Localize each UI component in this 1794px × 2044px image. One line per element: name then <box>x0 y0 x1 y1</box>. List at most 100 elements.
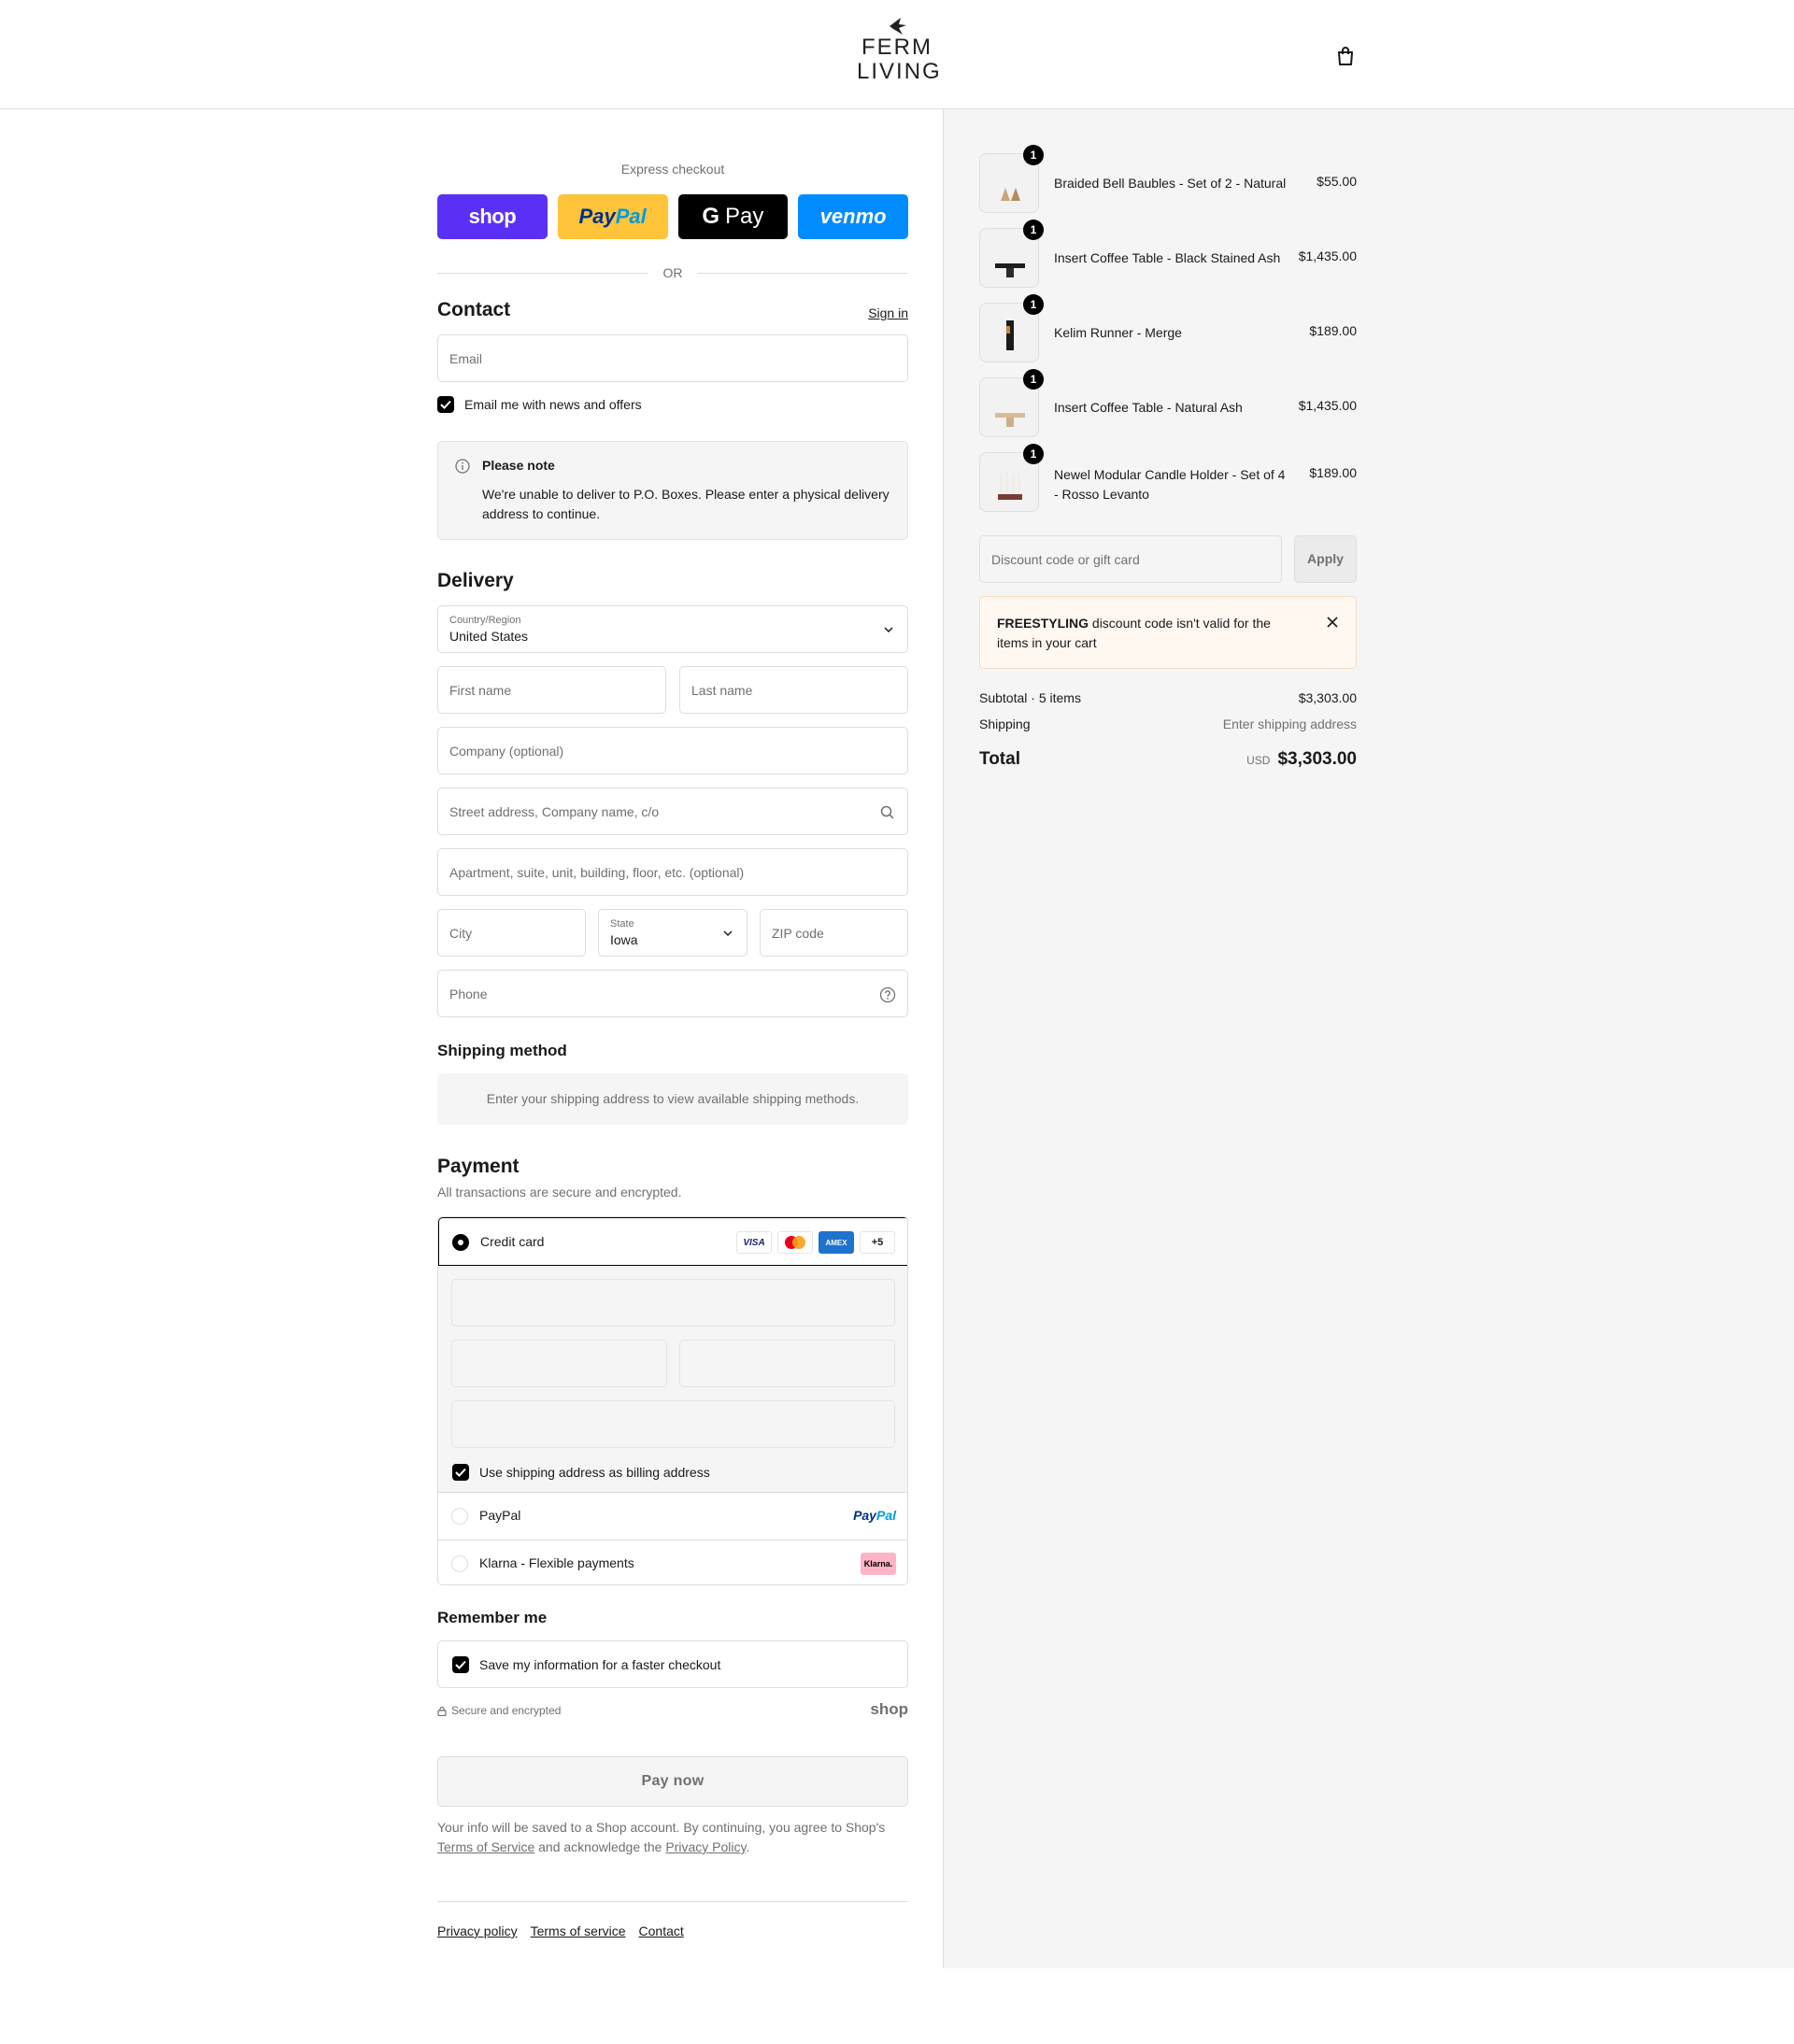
apply-discount-button[interactable]: Apply <box>1294 535 1357 583</box>
first-name-field[interactable]: First name <box>437 666 666 714</box>
billing-checkbox-row[interactable]: Use shipping address as billing address <box>452 1464 710 1481</box>
paypal-button[interactable]: Pay Pal <box>557 194 668 239</box>
shipping-row: Shipping Enter shipping address <box>979 717 1357 731</box>
card-expiry-field[interactable] <box>451 1340 667 1387</box>
remember-me-heading: Remember me <box>437 1609 548 1626</box>
cart-item: 1 Insert Coffee Table - Black Stained As… <box>979 220 1357 290</box>
card-number-field[interactable] <box>451 1279 895 1327</box>
express-checkout-label: Express checkout <box>620 162 725 177</box>
email-placeholder: Email <box>449 351 483 366</box>
cart-item: 1 Kelim Runner - Merge $189.00 <box>979 294 1357 364</box>
privacy-policy-link[interactable]: Privacy Policy <box>665 1839 746 1854</box>
discount-code-input[interactable]: Discount code or gift card <box>979 535 1282 583</box>
product-name: Insert Coffee Table - Black Stained Ash <box>1054 250 1281 265</box>
payment-methods: Credit card VISA AMEX +5 Use shipping ad… <box>437 1216 908 1585</box>
klarna-logo: Klarna. <box>861 1553 896 1575</box>
cart-item: 1 Insert Coffee Table - Natural Ash $1,4… <box>979 369 1357 439</box>
shop-pay-text: shop <box>468 205 517 228</box>
ferm-living-logo[interactable]: FERM LIVING <box>857 17 942 93</box>
klarna-option[interactable]: Klarna - Flexible payments Klarna. <box>438 1540 907 1584</box>
sign-in-link[interactable]: Sign in <box>868 305 908 320</box>
klarna-label: Klarna - Flexible payments <box>479 1555 634 1570</box>
total-row: Total USD $3,303.00 <box>979 749 1357 770</box>
search-icon <box>880 805 894 819</box>
product-name: Braided Bell Baubles - Set of 2 - Natura… <box>1054 176 1287 191</box>
or-divider: OR <box>437 263 908 282</box>
state-label: State <box>610 918 634 930</box>
state-select[interactable]: State Iowa <box>598 909 748 957</box>
company-field[interactable]: Company (optional) <box>437 727 908 774</box>
remember-me-box: Save my information for a faster checkou… <box>437 1640 908 1688</box>
shipping-value: Enter shipping address <box>1222 717 1357 731</box>
company-placeholder: Company (optional) <box>449 744 564 759</box>
shipping-label: Shipping <box>979 717 1031 731</box>
total-label: Total <box>979 749 1020 769</box>
product-thumbnail: 1 <box>979 145 1044 213</box>
payment-subtitle: All transactions are secure and encrypte… <box>437 1185 682 1199</box>
shop-pay-button[interactable]: shop <box>437 194 548 239</box>
legal-part1: Your info will be saved to a Shop accoun… <box>437 1820 886 1835</box>
google-pay-button[interactable]: G Pay <box>677 194 789 239</box>
apartment-field[interactable]: Apartment, suite, unit, building, floor,… <box>437 848 908 896</box>
last-name-field[interactable]: Last name <box>679 666 908 714</box>
billing-checkbox-label: Use shipping address as billing address <box>479 1465 710 1480</box>
credit-card-option[interactable]: Credit card VISA AMEX +5 <box>438 1217 907 1266</box>
product-price: $189.00 <box>1309 323 1357 338</box>
pay-now-button[interactable]: Pay now <box>437 1756 908 1807</box>
visa-icon: VISA <box>736 1231 772 1254</box>
paypal-logo-b: Pal <box>876 1508 896 1523</box>
shop-logo: shop <box>870 1700 908 1718</box>
terms-of-service-link[interactable]: Terms of Service <box>437 1839 534 1854</box>
card-name-field[interactable] <box>451 1400 895 1448</box>
bird-logo-icon <box>890 18 906 35</box>
save-info-checkbox[interactable] <box>452 1656 469 1673</box>
cart-item: 1 Newel Modular Candle Holder - Set of 4… <box>979 444 1357 514</box>
country-select[interactable]: Country/Region United States <box>437 605 908 653</box>
cart-item: 1 Braided Bell Baubles - Set of 2 - Natu… <box>979 145 1357 215</box>
email-field[interactable]: Email <box>437 334 908 382</box>
quantity-badge: 1 <box>1023 444 1044 464</box>
google-pay-text: Pay <box>725 204 764 229</box>
google-g-icon: G <box>702 204 720 229</box>
help-icon[interactable] <box>879 987 896 1003</box>
credit-card-radio[interactable] <box>452 1234 469 1251</box>
street-address-field[interactable]: Street address, Company name, c/o <box>437 788 908 835</box>
shopping-bag-icon[interactable] <box>1334 45 1357 67</box>
paypal-radio[interactable] <box>451 1508 468 1525</box>
street-placeholder: Street address, Company name, c/o <box>449 804 660 819</box>
card-cvv-field[interactable] <box>679 1340 895 1387</box>
product-thumbnail: 1 <box>979 444 1044 512</box>
checkmark-icon <box>455 1468 466 1477</box>
save-info-checkbox-row[interactable]: Save my information for a faster checkou… <box>452 1656 720 1673</box>
save-info-label: Save my information for a faster checkou… <box>479 1657 721 1672</box>
credit-card-label: Credit card <box>480 1234 545 1249</box>
paypal-logo: PayPal <box>853 1508 896 1523</box>
klarna-radio[interactable] <box>451 1555 468 1572</box>
zip-code-field[interactable]: ZIP code <box>760 909 908 957</box>
legal-part2: and acknowledge the <box>534 1839 666 1854</box>
paypal-option[interactable]: PayPal PayPal <box>438 1493 907 1540</box>
product-price: $189.00 <box>1309 465 1357 480</box>
billing-checkbox[interactable] <box>452 1464 469 1481</box>
city-field[interactable]: City <box>437 909 586 957</box>
info-icon <box>455 459 470 474</box>
news-checkbox[interactable] <box>437 396 454 413</box>
news-checkbox-row[interactable]: Email me with news and offers <box>437 396 642 413</box>
paypal-label: PayPal <box>479 1508 521 1523</box>
secure-encrypted: Secure and encrypted <box>437 1704 561 1717</box>
venmo-button[interactable]: venmo <box>798 194 908 239</box>
close-icon[interactable] <box>1326 616 1339 629</box>
logo-text-line2: LIVING <box>857 59 942 84</box>
mastercard-icon <box>777 1231 813 1254</box>
product-price: $1,435.00 <box>1298 398 1357 413</box>
footer-privacy-link[interactable]: Privacy policy <box>437 1923 518 1938</box>
po-box-note: Please note We're unable to deliver to P… <box>437 441 908 540</box>
checkmark-icon <box>440 400 451 409</box>
phone-field[interactable]: Phone <box>437 970 908 1017</box>
product-name: Insert Coffee Table - Natural Ash <box>1054 400 1243 415</box>
delivery-heading: Delivery <box>437 570 514 591</box>
footer-contact-link[interactable]: Contact <box>639 1923 684 1938</box>
first-name-placeholder: First name <box>449 683 512 698</box>
footer-terms-link[interactable]: Terms of service <box>531 1923 626 1938</box>
total-amount: $3,303.00 <box>1277 749 1357 769</box>
